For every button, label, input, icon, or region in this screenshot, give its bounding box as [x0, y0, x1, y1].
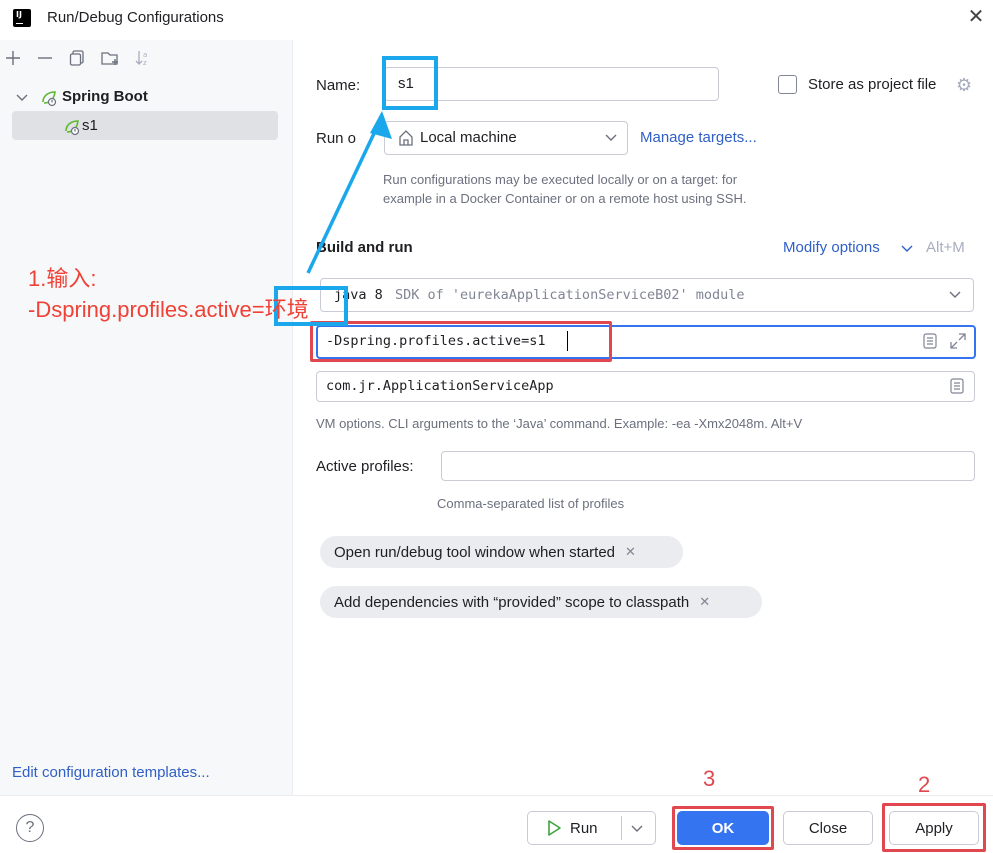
annotation-blue-box-name	[382, 56, 438, 110]
expand-icon[interactable]	[948, 331, 968, 351]
vm-options-hint: VM options. CLI arguments to the ‘Java’ …	[316, 416, 803, 431]
chip-label: Open run/debug tool window when started	[334, 543, 616, 561]
tree-item-s1[interactable]: s1	[12, 111, 278, 140]
chevron-down-icon[interactable]	[14, 89, 30, 105]
chevron-down-icon[interactable]	[630, 821, 644, 835]
annotation-step-3: 3	[703, 766, 716, 791]
play-icon	[548, 820, 561, 836]
home-icon	[399, 130, 413, 146]
document-icon[interactable]	[948, 377, 966, 395]
close-icon[interactable]: ✕	[625, 544, 636, 560]
option-chip-provided-scope[interactable]: Add dependencies with “provided” scope t…	[320, 586, 762, 618]
store-as-project-file-checkbox[interactable]	[778, 75, 797, 94]
gear-icon[interactable]: ⚙	[956, 75, 972, 96]
document-icon[interactable]	[921, 332, 939, 350]
main-class-value: com.jr.ApplicationServiceApp	[326, 378, 554, 394]
run-button[interactable]: Run	[527, 811, 656, 845]
sort-icon[interactable]: az	[133, 48, 153, 68]
store-as-project-file-label: Store as project file	[808, 76, 937, 93]
chevron-down-icon[interactable]	[900, 241, 914, 255]
jdk-description: SDK of 'eurekaApplicationServiceB02' mod…	[395, 287, 745, 303]
active-profiles-input[interactable]	[441, 451, 975, 481]
run-on-hint: Run configurations may be executed local…	[383, 172, 747, 206]
manage-targets-link[interactable]: Manage targets...	[640, 129, 757, 146]
name-label: Name:	[316, 77, 361, 94]
divider	[621, 816, 622, 840]
svg-text:a: a	[143, 51, 147, 59]
active-profiles-label: Active profiles:	[316, 458, 414, 475]
help-button[interactable]: ?	[16, 814, 44, 842]
annotation-step-2: 2	[918, 772, 931, 797]
tree-item-spring-boot[interactable]: Spring Boot	[14, 86, 284, 108]
option-chip-open-tool-window[interactable]: Open run/debug tool window when started …	[320, 536, 683, 568]
window-title: Run/Debug Configurations	[47, 9, 224, 26]
chevron-down-icon	[605, 134, 617, 141]
close-icon[interactable]: ✕	[965, 6, 987, 28]
edit-templates-link[interactable]: Edit configuration templates...	[12, 764, 210, 781]
modify-options-shortcut: Alt+M	[926, 239, 965, 256]
active-profiles-hint: Comma-separated list of profiles	[437, 496, 625, 511]
annotation-step-1: 1.输入: -Dspring.profiles.active=环境	[28, 266, 309, 322]
annotation-arrow	[306, 111, 392, 274]
close-button[interactable]: Close	[783, 811, 873, 845]
intellij-logo-icon: IJ	[11, 7, 33, 29]
chip-label: Add dependencies with “provided” scope t…	[334, 593, 690, 611]
close-icon[interactable]: ✕	[699, 594, 710, 610]
spring-boot-icon	[42, 91, 57, 107]
tree-label-spring-boot: Spring Boot	[62, 88, 148, 105]
annotation-red-box-vm-options	[310, 321, 612, 362]
tree-label-s1: s1	[82, 117, 98, 134]
modify-options-link[interactable]: Modify options	[783, 239, 880, 256]
run-button-label: Run	[570, 819, 598, 837]
plus-icon[interactable]	[3, 48, 23, 68]
chevron-down-icon	[949, 291, 961, 298]
annotation-red-box-ok	[672, 806, 774, 850]
minus-icon[interactable]	[35, 48, 55, 68]
configuration-tree-panel: az Spring Boot s1 Edit configuration tem…	[0, 40, 293, 795]
svg-text:z: z	[143, 59, 147, 67]
annotation-red-box-apply	[882, 803, 986, 852]
copy-icon[interactable]	[67, 48, 87, 68]
spring-boot-icon	[65, 120, 80, 136]
folder-add-icon[interactable]	[100, 48, 120, 68]
title-bar: IJ Run/Debug Configurations ✕	[0, 0, 993, 40]
run-on-value: Local machine	[420, 129, 517, 146]
